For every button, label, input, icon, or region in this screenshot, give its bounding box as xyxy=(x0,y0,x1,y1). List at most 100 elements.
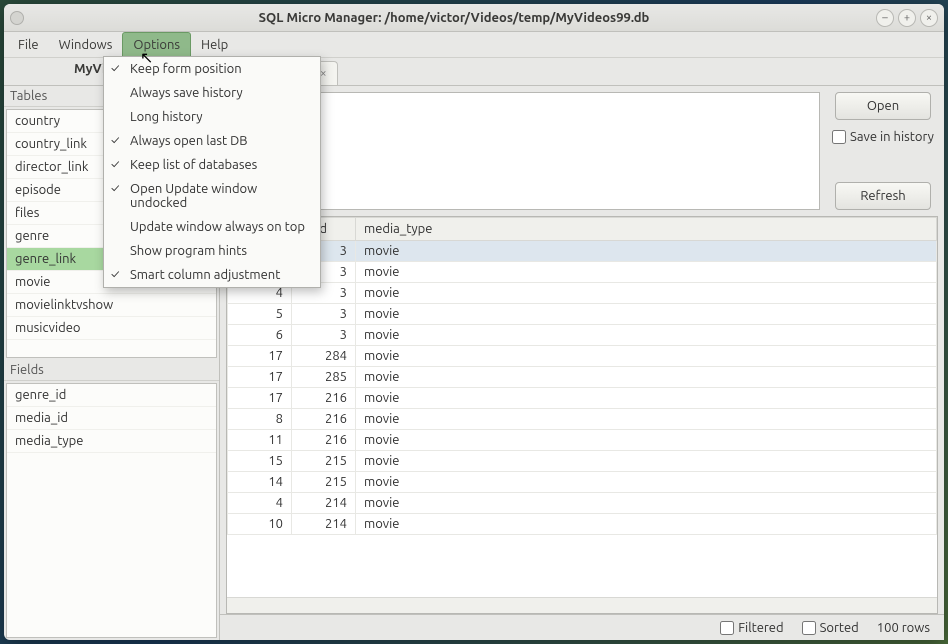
cell-media-id[interactable]: 285 xyxy=(292,367,356,388)
sorted-checkbox[interactable]: Sorted xyxy=(802,621,859,635)
field-item-media-type[interactable]: media_type xyxy=(7,430,216,453)
sorted-input[interactable] xyxy=(802,621,816,635)
cell-media-type[interactable]: movie xyxy=(356,493,937,514)
cell-media-type[interactable]: movie xyxy=(356,283,937,304)
table-row[interactable]: 3movie xyxy=(228,241,937,262)
cell-genre-id[interactable]: 17 xyxy=(228,388,292,409)
horizontal-scrollbar[interactable] xyxy=(227,597,937,613)
menu-options[interactable]: Options xyxy=(122,32,191,57)
cell-media-type[interactable]: movie xyxy=(356,451,937,472)
cell-media-type[interactable]: movie xyxy=(356,304,937,325)
menu-windows[interactable]: Windows xyxy=(49,32,123,57)
minimize-button[interactable]: – xyxy=(876,9,894,27)
save-history-input[interactable] xyxy=(832,130,846,144)
field-item-genre-id[interactable]: genre_id xyxy=(7,384,216,407)
filtered-label: Filtered xyxy=(738,621,783,635)
cell-media-id[interactable]: 214 xyxy=(292,493,356,514)
check-icon: ✓ xyxy=(111,62,119,75)
cell-media-id[interactable]: 3 xyxy=(292,325,356,346)
cell-genre-id[interactable]: 10 xyxy=(228,514,292,535)
cell-media-type[interactable]: movie xyxy=(356,514,937,535)
refresh-button[interactable]: Refresh xyxy=(835,182,931,210)
cell-media-id[interactable]: 215 xyxy=(292,472,356,493)
option-open-update-window-undocked[interactable]: ✓ Open Update window undocked xyxy=(104,177,320,215)
option-keep-list-of-databases[interactable]: ✓Keep list of databases xyxy=(104,153,320,177)
check-icon: ✓ xyxy=(111,268,119,281)
cell-genre-id[interactable]: 14 xyxy=(228,472,292,493)
open-button[interactable]: Open xyxy=(835,92,931,120)
cell-media-type[interactable]: movie xyxy=(356,346,937,367)
field-item-media-id[interactable]: media_id xyxy=(7,407,216,430)
fields-list[interactable]: genre_idmedia_idmedia_type xyxy=(6,383,217,638)
table-row[interactable]: 43movie xyxy=(228,283,937,304)
cell-media-id[interactable]: 216 xyxy=(292,409,356,430)
cell-media-id[interactable]: 215 xyxy=(292,451,356,472)
cell-media-type[interactable]: movie xyxy=(356,262,937,283)
filtered-input[interactable] xyxy=(720,621,734,635)
right-pane: * nre_link 00; Open Save in history Refr… xyxy=(220,86,944,640)
results-grid[interactable]: ia_id media_type 3movie33movie43movie53m… xyxy=(227,217,937,597)
maximize-button[interactable]: + xyxy=(898,9,916,27)
close-button[interactable]: × xyxy=(920,9,938,27)
save-history-label: Save in history xyxy=(850,130,934,144)
cell-media-type[interactable]: movie xyxy=(356,472,937,493)
window-menu-dot[interactable] xyxy=(10,11,24,25)
table-row[interactable]: 53movie xyxy=(228,304,937,325)
query-row: * nre_link 00; Open Save in history Refr… xyxy=(220,86,944,216)
cell-genre-id[interactable]: 17 xyxy=(228,367,292,388)
cell-media-type[interactable]: movie xyxy=(356,430,937,451)
row-count: 100 rows xyxy=(877,621,930,635)
cell-media-id[interactable]: 214 xyxy=(292,514,356,535)
table-row[interactable]: 17216movie xyxy=(228,388,937,409)
menubar: File Windows Options Help xyxy=(4,32,944,58)
table-row[interactable]: 15215movie xyxy=(228,451,937,472)
cell-media-type[interactable]: movie xyxy=(356,325,937,346)
cell-genre-id[interactable]: 17 xyxy=(228,346,292,367)
cell-genre-id[interactable]: 11 xyxy=(228,430,292,451)
cell-media-type[interactable]: movie xyxy=(356,241,937,262)
table-row[interactable]: 14215movie xyxy=(228,472,937,493)
db-name-label: MyVi xyxy=(74,62,106,76)
check-icon: ✓ xyxy=(111,182,119,195)
table-row[interactable]: 8216movie xyxy=(228,409,937,430)
table-item-musicvideo[interactable]: musicvideo xyxy=(7,317,216,340)
table-row[interactable]: 4214movie xyxy=(228,493,937,514)
cell-media-type[interactable]: movie xyxy=(356,388,937,409)
option-label: Update window always on top xyxy=(130,220,305,234)
option-always-save-history[interactable]: Always save history xyxy=(104,81,320,105)
option-update-window-always-on-top[interactable]: Update window always on top xyxy=(104,215,320,239)
table-item-movielinktvshow[interactable]: movielinktvshow xyxy=(7,294,216,317)
cell-media-id[interactable]: 3 xyxy=(292,304,356,325)
options-dropdown: ✓Keep form position Always save history Lo… xyxy=(103,56,321,288)
option-label: Always save history xyxy=(130,86,243,100)
table-row[interactable]: 17285movie xyxy=(228,367,937,388)
option-show-program-hints[interactable]: Show program hints xyxy=(104,239,320,263)
option-smart-column-adjustment[interactable]: ✓ Smart column adjustment xyxy=(104,263,320,287)
window-title: SQL Micro Manager: /home/victor/Videos/t… xyxy=(32,11,876,25)
menu-help[interactable]: Help xyxy=(191,32,238,57)
option-label: Open Update window undocked xyxy=(130,182,257,210)
cell-media-id[interactable]: 216 xyxy=(292,388,356,409)
menu-file[interactable]: File xyxy=(8,32,49,57)
cell-genre-id[interactable]: 8 xyxy=(228,409,292,430)
filtered-checkbox[interactable]: Filtered xyxy=(720,621,783,635)
cell-genre-id[interactable]: 5 xyxy=(228,304,292,325)
cell-genre-id[interactable]: 15 xyxy=(228,451,292,472)
cell-media-type[interactable]: movie xyxy=(356,409,937,430)
table-row[interactable]: 17284movie xyxy=(228,346,937,367)
table-row[interactable]: 63movie xyxy=(228,325,937,346)
cell-media-type[interactable]: movie xyxy=(356,367,937,388)
option-label: Smart column adjustment xyxy=(130,268,280,282)
cell-genre-id[interactable]: 4 xyxy=(228,493,292,514)
cell-media-id[interactable]: 284 xyxy=(292,346,356,367)
cell-media-id[interactable]: 216 xyxy=(292,430,356,451)
option-long-history[interactable]: Long history xyxy=(104,105,320,129)
cell-genre-id[interactable]: 6 xyxy=(228,325,292,346)
table-row[interactable]: 10214movie xyxy=(228,514,937,535)
col-media-type[interactable]: media_type xyxy=(356,218,937,241)
option-always-open-last-db[interactable]: ✓Always open last DB xyxy=(104,129,320,153)
table-row[interactable]: 33movie xyxy=(228,262,937,283)
save-history-checkbox[interactable]: Save in history xyxy=(832,130,934,144)
option-keep-form-position[interactable]: ✓Keep form position xyxy=(104,57,320,81)
table-row[interactable]: 11216movie xyxy=(228,430,937,451)
